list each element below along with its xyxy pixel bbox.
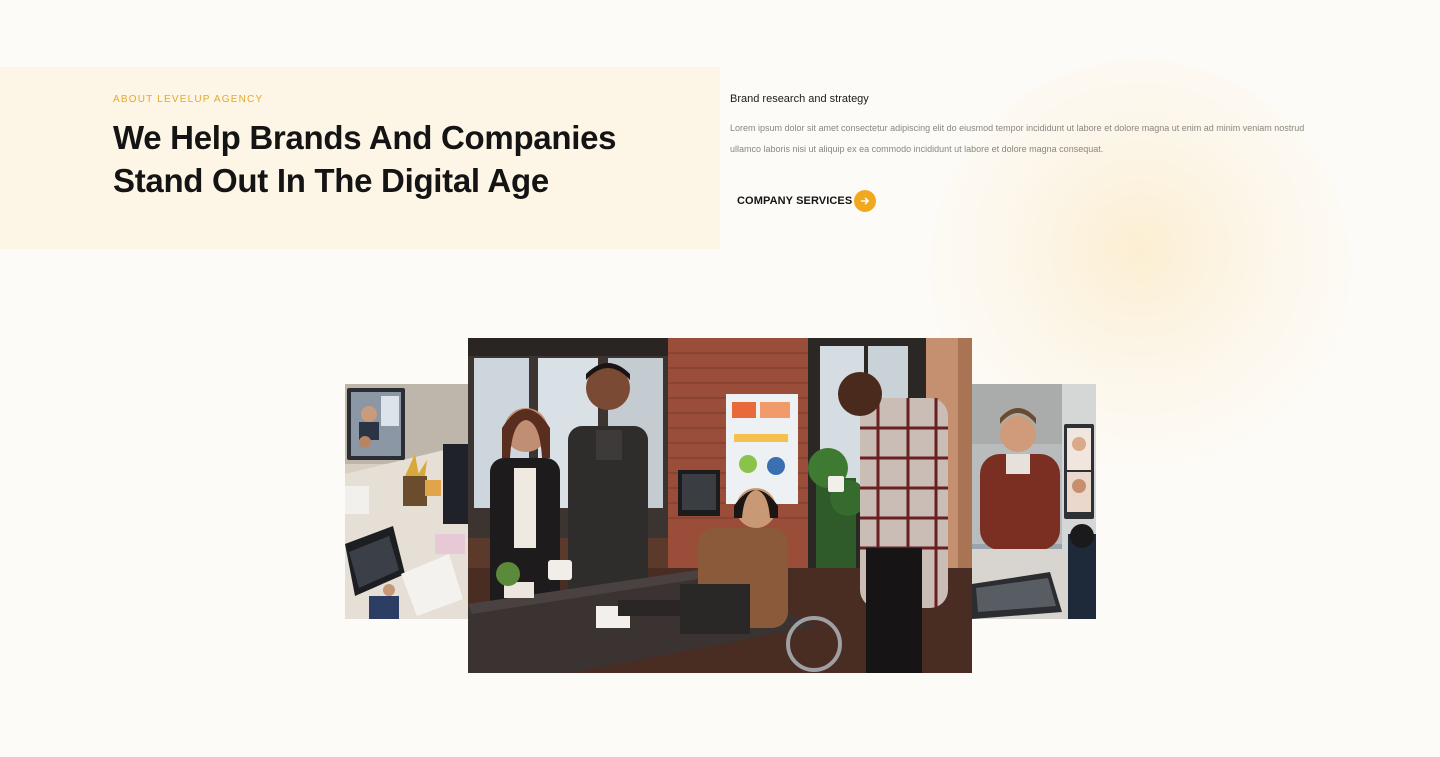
company-services-link[interactable]: COMPANY SERVICES: [737, 190, 877, 212]
service-description: Lorem ipsum dolor sit amet consectetur a…: [730, 123, 1305, 154]
section-headline: We Help Brands And Companies Stand Out I…: [113, 119, 617, 199]
service-title: Brand research and strategy: [730, 93, 869, 105]
about-section: ABOUT LEVELUP AGENCY We Help Brands And …: [0, 0, 1440, 757]
video-call-laptop-photo: [972, 384, 1096, 619]
section-eyebrow: ABOUT LEVELUP AGENCY: [113, 94, 264, 105]
office-team-meeting-photo: [468, 338, 972, 673]
video-call-desk-photo: [345, 384, 469, 619]
company-services-label: COMPANY SERVICES: [737, 195, 853, 207]
arrow-right-icon[interactable]: [854, 190, 877, 212]
